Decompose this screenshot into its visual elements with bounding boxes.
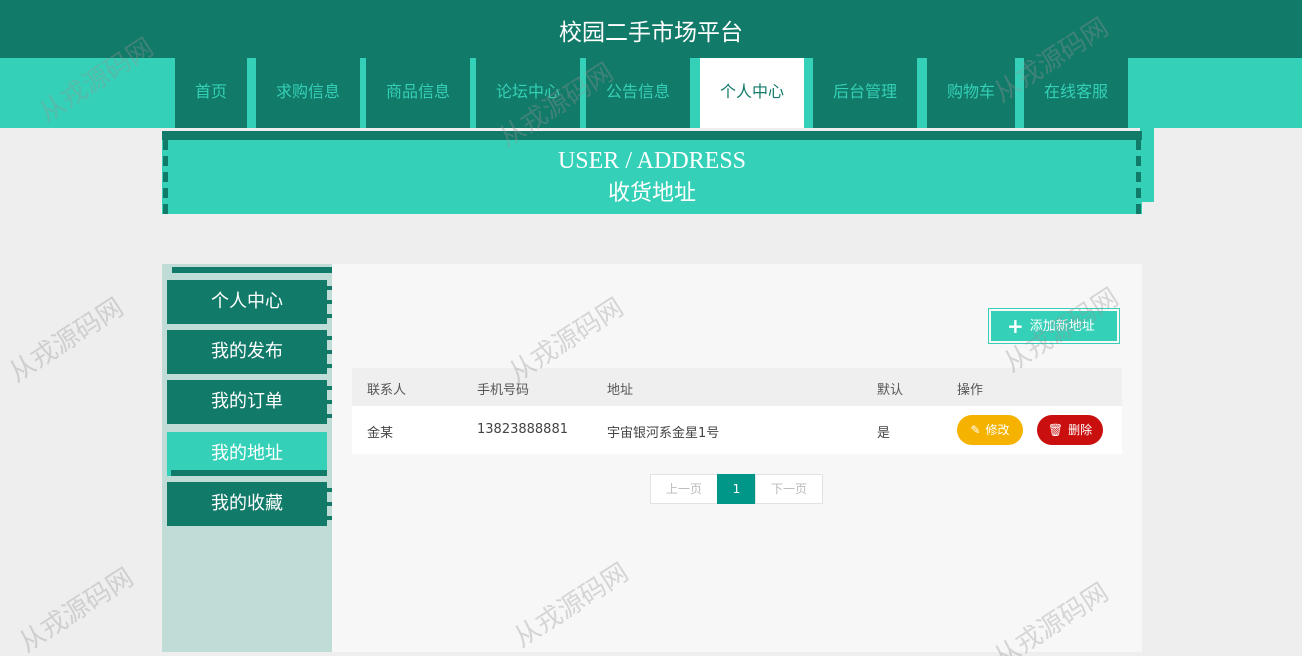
site-title: 校园二手市场平台 bbox=[559, 20, 743, 46]
page-1-button[interactable]: 1 bbox=[717, 474, 756, 504]
nav-cart[interactable]: 购物车 bbox=[927, 58, 1015, 128]
table-header: 联系人 手机号码 地址 默认 操作 bbox=[352, 368, 1122, 406]
nav-products[interactable]: 商品信息 bbox=[366, 58, 470, 128]
banner-shadow bbox=[1140, 128, 1154, 202]
header-bar: 校园二手市场平台 bbox=[0, 0, 1302, 58]
table-row: 金某 13823888881 宇宙银河系金星1号 是 ✎ 修改 🗑 删除 bbox=[352, 406, 1122, 454]
cell-contact: 金某 bbox=[367, 426, 394, 441]
watermark: 从戎源码网 bbox=[3, 292, 130, 389]
edit-button[interactable]: ✎ 修改 bbox=[957, 415, 1023, 445]
nav-admin[interactable]: 后台管理 bbox=[813, 58, 917, 128]
sidebar-top-bar bbox=[172, 267, 332, 273]
nav-home[interactable]: 首页 bbox=[175, 58, 247, 128]
nav-personal-center[interactable]: 个人中心 bbox=[700, 58, 804, 128]
sidebar-item-label: 我的订单 bbox=[211, 391, 283, 412]
cell-address: 宇宙银河系金星1号 bbox=[607, 426, 720, 441]
watermark: 从戎源码网 bbox=[13, 562, 140, 656]
header-actions: 操作 bbox=[957, 383, 984, 398]
sidebar-item-my-favorites[interactable]: 我的收藏 bbox=[167, 482, 332, 526]
add-address-label: 添加新地址 bbox=[1029, 319, 1095, 334]
sidebar-item-label: 我的发布 bbox=[211, 341, 283, 362]
header-contact: 联系人 bbox=[367, 383, 407, 398]
nav-customer-service[interactable]: 在线客服 bbox=[1024, 58, 1128, 128]
nav-announcements[interactable]: 公告信息 bbox=[586, 58, 690, 128]
banner-title-en: USER / ADDRESS bbox=[557, 148, 747, 174]
sidebar-item-label: 我的地址 bbox=[211, 443, 283, 464]
header-default: 默认 bbox=[877, 383, 904, 398]
delete-label: 删除 bbox=[1068, 423, 1093, 437]
add-address-button[interactable]: + 添加新地址 bbox=[988, 308, 1120, 344]
banner-title-cn: 收货地址 bbox=[607, 181, 696, 206]
cell-default: 是 bbox=[877, 426, 891, 441]
delete-button[interactable]: 🗑 删除 bbox=[1037, 415, 1103, 445]
sidebar-item-label: 个人中心 bbox=[211, 291, 283, 312]
nav-forum[interactable]: 论坛中心 bbox=[476, 58, 580, 128]
sidebar-item-my-orders[interactable]: 我的订单 bbox=[167, 380, 332, 424]
plus-icon: + bbox=[1007, 314, 1024, 338]
main-nav: 首页 求购信息 商品信息 论坛中心 公告信息 个人中心 后台管理 购物车 在线客… bbox=[0, 58, 1302, 128]
pencil-icon: ✎ bbox=[970, 423, 981, 437]
header-phone: 手机号码 bbox=[477, 383, 530, 398]
banner-border bbox=[162, 131, 1142, 140]
sidebar-item-my-posts[interactable]: 我的发布 bbox=[167, 330, 332, 374]
prev-page-button[interactable]: 上一页 bbox=[650, 474, 718, 504]
nav-purchase-requests[interactable]: 求购信息 bbox=[256, 58, 360, 128]
edit-label: 修改 bbox=[985, 423, 1010, 437]
next-page-button[interactable]: 下一页 bbox=[755, 474, 823, 504]
sidebar-item-personal-center[interactable]: 个人中心 bbox=[167, 280, 332, 324]
trash-icon: 🗑 bbox=[1047, 423, 1064, 437]
header-address: 地址 bbox=[607, 383, 634, 398]
sidebar-item-label: 我的收藏 bbox=[211, 493, 283, 514]
sidebar-item-my-address[interactable]: 我的地址 bbox=[167, 432, 327, 476]
cell-phone: 13823888881 bbox=[477, 422, 568, 437]
